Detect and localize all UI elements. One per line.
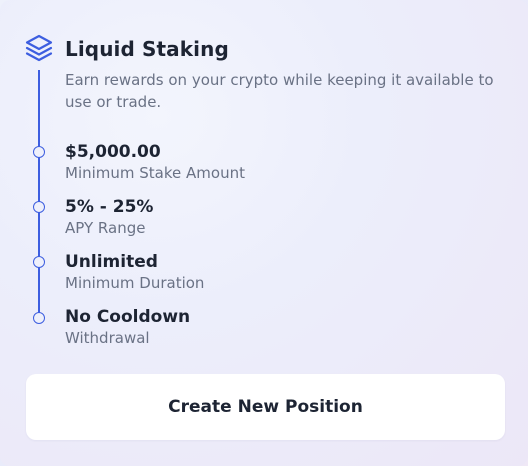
min-stake-value: $5,000.00 bbox=[65, 142, 161, 162]
layers-icon bbox=[24, 33, 54, 63]
timeline-dot bbox=[32, 256, 45, 268]
timeline-line bbox=[38, 70, 40, 318]
timeline-dot bbox=[32, 146, 45, 158]
min-duration-value: Unlimited bbox=[65, 252, 158, 272]
liquid-staking-card: Liquid Staking Earn rewards on your cryp… bbox=[0, 0, 528, 466]
card-title: Liquid Staking bbox=[65, 37, 229, 61]
timeline-dot bbox=[32, 312, 45, 324]
timeline-dot bbox=[32, 201, 45, 213]
withdrawal-label: Withdrawal bbox=[65, 329, 150, 347]
min-duration-label: Minimum Duration bbox=[65, 274, 205, 292]
min-stake-label: Minimum Stake Amount bbox=[65, 164, 245, 182]
apy-range-label: APY Range bbox=[65, 219, 146, 237]
create-new-position-button[interactable]: Create New Position bbox=[26, 374, 505, 440]
apy-range-value: 5% - 25% bbox=[65, 197, 154, 217]
withdrawal-value: No Cooldown bbox=[65, 307, 191, 327]
card-description: Earn rewards on your crypto while keepin… bbox=[65, 71, 494, 111]
